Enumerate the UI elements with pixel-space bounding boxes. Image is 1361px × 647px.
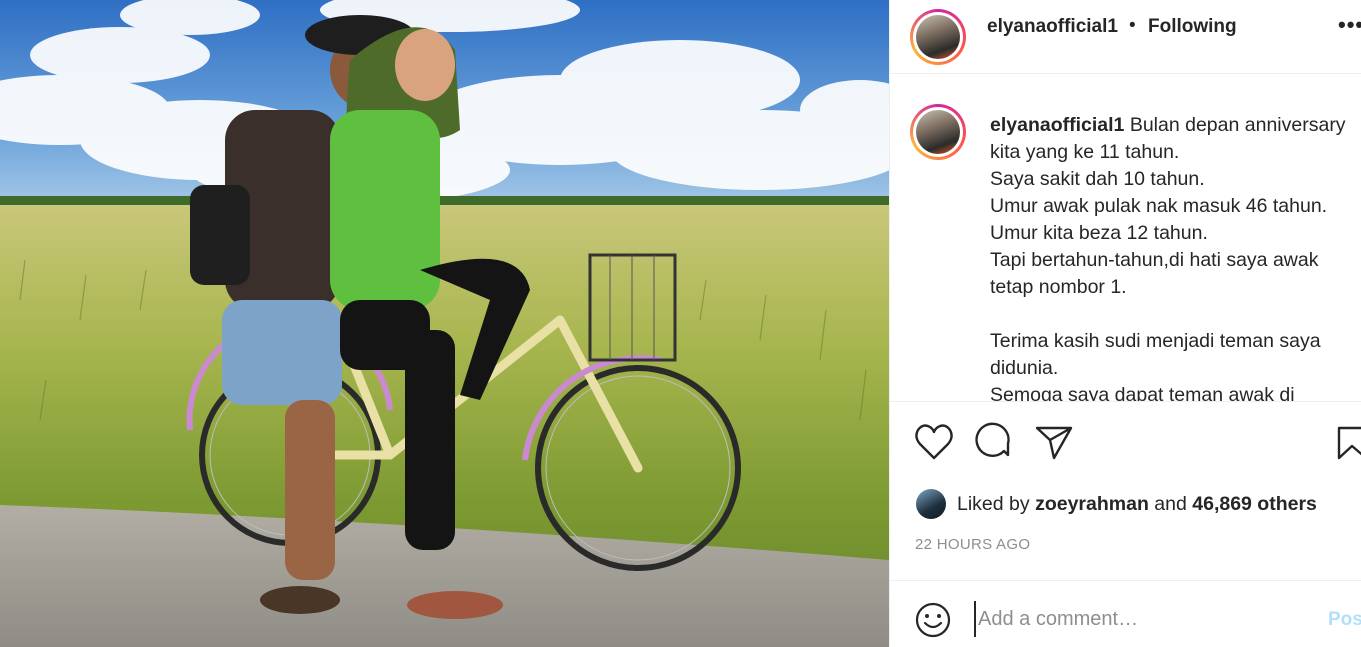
following-button[interactable]: Following [1148,16,1237,38]
likes-row: Liked by zoeyrahman and 46,869 others [916,488,1356,520]
more-options-icon[interactable]: ••• [1338,12,1361,38]
comment-input[interactable] [974,601,1318,637]
post-comment-button[interactable]: Post [1328,609,1361,631]
likes-others-count[interactable]: 46,869 others [1192,493,1317,515]
post-actions [890,420,1361,468]
bookmark-icon[interactable] [1336,420,1361,464]
post-timestamp[interactable]: 22 HOURS AGO [915,536,1030,553]
caption-text: elyanaofficial1 Bulan depan anniversary … [990,112,1361,402]
comment-icon[interactable] [974,420,1014,464]
liker-username[interactable]: zoeyrahman [1035,493,1149,515]
header-separator: • [1129,15,1136,36]
post-sidebar: elyanaofficial1 • Following ••• elyanaof… [889,0,1361,647]
likes-text: Liked by zoeyrahman and 46,869 others [957,493,1317,516]
heart-icon[interactable] [914,420,954,464]
caption-username[interactable]: elyanaofficial1 [990,114,1124,136]
photo-illustration [0,0,889,647]
post-photo[interactable] [0,0,889,647]
share-icon[interactable] [1034,420,1074,464]
post-header: elyanaofficial1 • Following ••• [890,0,1361,74]
author-username[interactable]: elyanaofficial1 [987,16,1118,38]
caption-avatar[interactable] [910,104,966,160]
liker-avatar[interactable] [916,489,946,519]
caption-section: elyanaofficial1 Bulan depan anniversary … [890,75,1361,402]
comment-bar: Post [890,580,1361,647]
likes-prefix: Liked by [957,493,1030,515]
emoji-icon[interactable] [914,601,952,639]
likes-conj: and [1154,493,1187,515]
author-avatar[interactable] [910,9,966,65]
caption-body: Bulan depan anniversary kita yang ke 11 … [990,114,1346,402]
